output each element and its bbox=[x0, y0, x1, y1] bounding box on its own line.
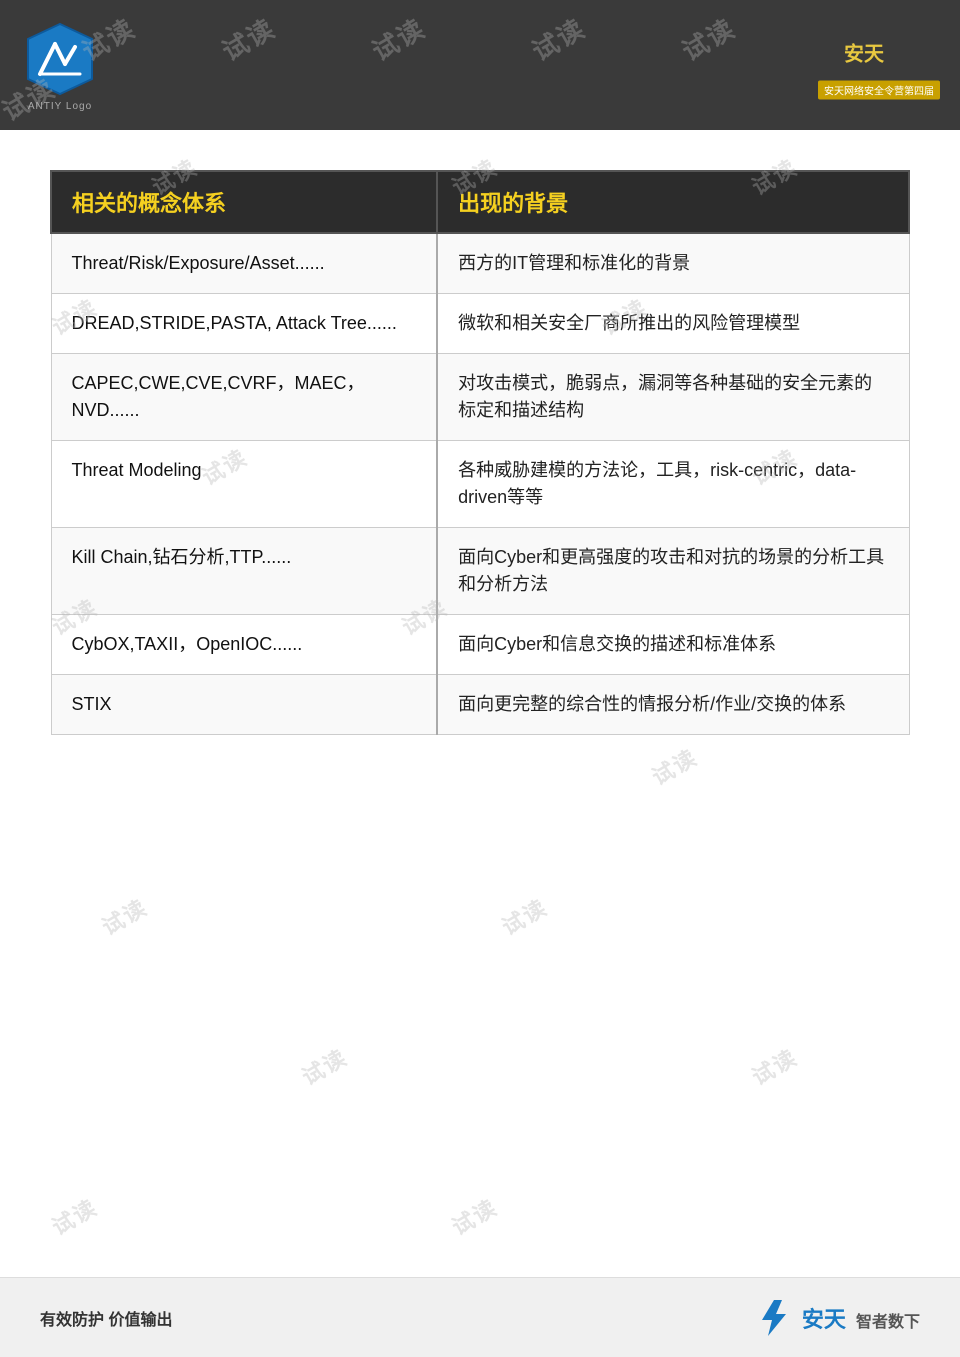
table-row: STIX面向更完整的综合性的情报分析/作业/交换的体系 bbox=[51, 675, 909, 735]
footer-antiy: 安天 bbox=[802, 1307, 846, 1332]
table-cell-background: 西方的IT管理和标准化的背景 bbox=[437, 233, 909, 294]
col1-header: 相关的概念体系 bbox=[51, 171, 437, 233]
brand-badge: 安天网络安全令营第四届 bbox=[818, 81, 940, 100]
col2-header: 出现的背景 bbox=[437, 171, 909, 233]
table-cell-concept: Threat/Risk/Exposure/Asset...... bbox=[51, 233, 437, 294]
footer-sub: 智者数下 bbox=[856, 1314, 920, 1331]
footer-slogan: 有效防护 价值输出 bbox=[40, 1306, 172, 1330]
table-cell-background: 面向Cyber和信息交换的描述和标准体系 bbox=[437, 615, 909, 675]
table-cell-concept: CybOX,TAXII，OpenIOC...... bbox=[51, 615, 437, 675]
brand-icon: 安天 bbox=[839, 31, 919, 81]
table-row: Threat/Risk/Exposure/Asset......西方的IT管理和… bbox=[51, 233, 909, 294]
table-cell-concept: Kill Chain,钻石分析,TTP...... bbox=[51, 528, 437, 615]
table-cell-concept: DREAD,STRIDE,PASTA, Attack Tree...... bbox=[51, 294, 437, 354]
table-row: Kill Chain,钻石分析,TTP......面向Cyber和更高强度的攻击… bbox=[51, 528, 909, 615]
table-cell-background: 面向Cyber和更高强度的攻击和对抗的场景的分析工具和分析方法 bbox=[437, 528, 909, 615]
header-brand: 安天 安天网络安全令营第四届 bbox=[818, 31, 940, 100]
table-row: CAPEC,CWE,CVE,CVRF，MAEC，NVD......对攻击模式，脆… bbox=[51, 354, 909, 441]
table-cell-concept: Threat Modeling bbox=[51, 441, 437, 528]
concept-table: 相关的概念体系 出现的背景 Threat/Risk/Exposure/Asset… bbox=[50, 170, 910, 735]
table-cell-concept: CAPEC,CWE,CVE,CVRF，MAEC，NVD...... bbox=[51, 354, 437, 441]
table-cell-background: 对攻击模式，脆弱点，漏洞等各种基础的安全元素的标定和描述结构 bbox=[437, 354, 909, 441]
header: ANTIY Logo 安天 安天网络安全令营第四届 bbox=[0, 0, 960, 130]
antiy-label: ANTIY Logo bbox=[28, 101, 92, 112]
table-row: CybOX,TAXII，OpenIOC......面向Cyber和信息交换的描述… bbox=[51, 615, 909, 675]
table-row: DREAD,STRIDE,PASTA, Attack Tree......微软和… bbox=[51, 294, 909, 354]
svg-text:安天: 安天 bbox=[844, 42, 885, 66]
table-cell-concept: STIX bbox=[51, 675, 437, 735]
table-row: Threat Modeling各种威胁建模的方法论，工具，risk-centri… bbox=[51, 441, 909, 528]
table-cell-background: 面向更完整的综合性的情报分析/作业/交换的体系 bbox=[437, 675, 909, 735]
table-cell-background: 微软和相关安全厂商所推出的风险管理模型 bbox=[437, 294, 909, 354]
logo-icon bbox=[20, 19, 100, 99]
footer: 有效防护 价值输出 安天 智者数下 bbox=[0, 1277, 960, 1357]
antiy-logo: ANTIY Logo bbox=[20, 19, 100, 112]
table-cell-background: 各种威胁建模的方法论，工具，risk-centric，data-driven等等 bbox=[437, 441, 909, 528]
main-content: 相关的概念体系 出现的背景 Threat/Risk/Exposure/Asset… bbox=[0, 130, 960, 1277]
footer-logo-icon bbox=[754, 1298, 794, 1338]
footer-logo-text: 安天 智者数下 bbox=[802, 1302, 920, 1334]
footer-logo: 安天 智者数下 bbox=[754, 1298, 920, 1338]
